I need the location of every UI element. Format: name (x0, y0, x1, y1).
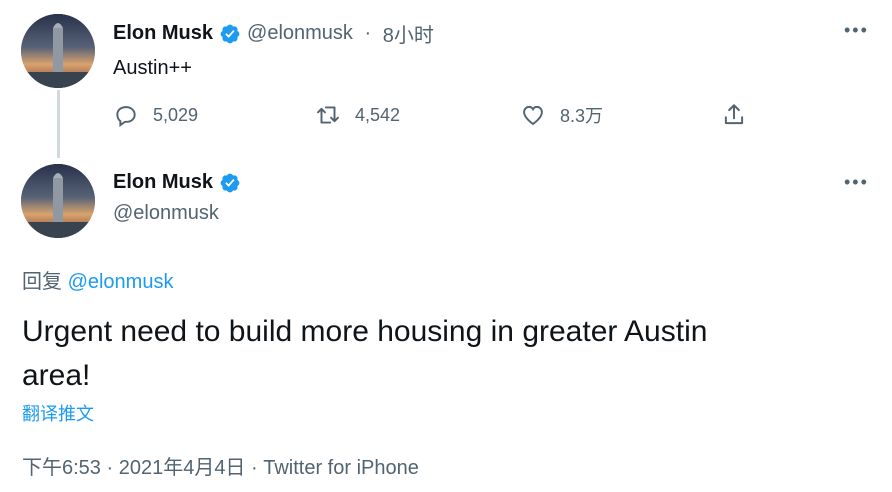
avatar[interactable] (21, 14, 95, 88)
verified-badge-icon (220, 24, 240, 43)
reply-icon (116, 106, 136, 127)
retweet-button[interactable]: 4,542 (315, 102, 400, 128)
main-tweet-text: Urgent need to build more housing in gre… (22, 310, 707, 398)
separator: · (358, 22, 377, 44)
avatar[interactable] (21, 164, 95, 238)
tweet-source[interactable]: Twitter for iPhone (263, 457, 419, 479)
retweet-count: 4,542 (355, 104, 401, 125)
more-icon[interactable]: ••• (844, 172, 869, 193)
share-button[interactable] (721, 102, 747, 128)
parent-tweet-header: Elon Musk @elonmusk · 8小时 (113, 19, 434, 48)
thread-line (57, 90, 60, 158)
author-name[interactable]: Elon Musk (113, 22, 213, 45)
author-handle[interactable]: @elonmusk (113, 202, 219, 225)
translate-tweet-link[interactable]: 翻译推文 (22, 400, 94, 426)
parent-tweet-text: Austin++ (113, 57, 192, 79)
reply-context: 回复 @elonmusk (22, 265, 173, 294)
tweet-time[interactable]: 8小时 (383, 19, 434, 48)
retweet-icon (317, 106, 339, 124)
tweet-timestamp[interactable]: 下午6:53 · 2021年4月4日 · (22, 457, 263, 479)
like-icon (523, 105, 543, 126)
verified-badge-icon (220, 173, 240, 192)
like-button[interactable]: 8.3万 (520, 102, 603, 128)
reply-button[interactable]: 5,029 (113, 102, 198, 128)
avatar-image (21, 14, 95, 88)
main-tweet-header: Elon Musk (113, 171, 241, 194)
tweet-text-line: Urgent need to build more housing in gre… (22, 315, 708, 348)
avatar-image (21, 164, 95, 238)
tweet-text-line: area! (22, 359, 91, 392)
author-name[interactable]: Elon Musk (113, 171, 213, 194)
reply-to-handle[interactable]: @elonmusk (68, 271, 174, 293)
more-icon[interactable]: ••• (844, 20, 869, 41)
reply-prefix: 回复 (22, 271, 68, 293)
share-icon (724, 104, 744, 125)
author-handle[interactable]: @elonmusk (247, 22, 353, 45)
tweet-meta: 下午6:53 · 2021年4月4日 · Twitter for iPhone (22, 451, 419, 480)
reply-count: 5,029 (153, 104, 199, 125)
like-count: 8.3万 (560, 106, 604, 126)
